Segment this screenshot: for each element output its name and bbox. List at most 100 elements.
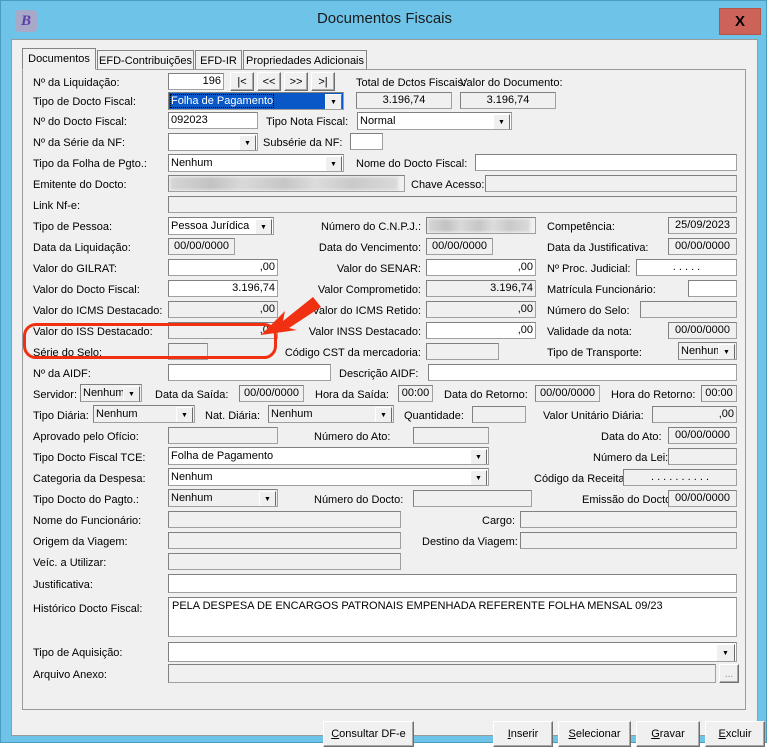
nat-diaria-select[interactable]: Nenhum ▼: [268, 405, 394, 423]
inserir-button[interactable]: Inserir: [493, 721, 553, 747]
tab-documentos[interactable]: Documentos: [22, 48, 96, 70]
tipo-pessoa-select[interactable]: Pessoa Jurídica ▼: [168, 217, 274, 235]
label-nome-docto-fiscal: Nome do Docto Fiscal:: [356, 158, 468, 170]
chevron-down-icon[interactable]: ▼: [493, 114, 510, 129]
validade-nota-input[interactable]: 00/00/0000: [668, 322, 737, 339]
valor-unitario-diaria-input[interactable]: ,00: [652, 406, 737, 423]
tipo-folha-pgto-select[interactable]: Nenhum ▼: [168, 154, 344, 172]
tipo-docto-fiscal-select[interactable]: Folha de Pagamento ▼: [168, 92, 344, 110]
label-aprovado-oficio: Aprovado pelo Ofício:: [33, 431, 139, 443]
close-icon[interactable]: X: [719, 8, 761, 35]
tipo-docto-pagto-select[interactable]: Nenhum ▼: [168, 489, 278, 507]
chevron-down-icon[interactable]: ▼: [259, 491, 276, 506]
quantidade-input[interactable]: [472, 406, 526, 423]
descricao-aidf-input[interactable]: [428, 364, 737, 381]
label-data-justificativa: Data da Justificativa:: [547, 242, 649, 254]
categoria-despesa-select[interactable]: Nenhum ▼: [168, 468, 489, 486]
tab-efd-ir[interactable]: EFD-IR: [195, 50, 242, 70]
servidor-select[interactable]: Nenhum ▼: [80, 384, 142, 402]
emitente-docto-input[interactable]: [168, 175, 405, 192]
data-justificativa-input[interactable]: 00/00/0000: [668, 238, 737, 255]
data-liquidacao-input[interactable]: 00/00/0000: [168, 238, 235, 255]
data-saida-input[interactable]: 00/00/0000: [239, 385, 304, 402]
aprovado-oficio-input[interactable]: [168, 427, 278, 444]
hora-saida-input[interactable]: 00:00: [398, 385, 433, 402]
label-descricao-aidf: Descrição AIDF:: [339, 368, 419, 380]
chevron-down-icon[interactable]: ▼: [470, 470, 487, 485]
chevron-down-icon[interactable]: ▼: [470, 449, 487, 464]
chevron-down-icon[interactable]: ▼: [123, 386, 140, 401]
label-data-ato: Data do Ato:: [601, 431, 662, 443]
redacted-content: [428, 219, 530, 232]
valor-docto-fiscal-input[interactable]: 3.196,74: [168, 280, 278, 297]
serie-selo-input[interactable]: [168, 343, 208, 360]
num-aidf-input[interactable]: [168, 364, 331, 381]
chevron-down-icon[interactable]: ▼: [375, 407, 392, 422]
numero-selo-input[interactable]: [640, 301, 737, 318]
veic-utilizar-input[interactable]: [168, 553, 401, 570]
label-data-saida: Data da Saída:: [155, 389, 229, 401]
tipo-diaria-select[interactable]: Nenhum ▼: [93, 405, 195, 423]
tab-propriedades-adicionais[interactable]: Propriedades Adicionais: [243, 50, 367, 70]
link-nfe-input[interactable]: [168, 196, 737, 213]
tab-efd-contribuicoes[interactable]: EFD-Contribuições: [97, 50, 194, 70]
data-vencimento-input[interactable]: 00/00/0000: [426, 238, 493, 255]
chevron-down-icon[interactable]: ▼: [239, 135, 256, 150]
chevron-down-icon[interactable]: ▼: [716, 644, 735, 661]
destino-viagem-input[interactable]: [520, 532, 737, 549]
nome-funcionario-input[interactable]: [168, 511, 401, 528]
numero-ato-input[interactable]: [413, 427, 489, 444]
chevron-down-icon[interactable]: ▼: [325, 94, 342, 109]
chevron-down-icon[interactable]: ▼: [176, 407, 193, 422]
consultar-dfe-button[interactable]: Consultar DF-e: [323, 721, 414, 747]
historico-docto-fiscal-textarea[interactable]: PELA DESPESA DE ENCARGOS PATRONAIS EMPEN…: [168, 597, 737, 637]
data-retorno-input[interactable]: 00/00/0000: [535, 385, 600, 402]
subserie-nf-input[interactable]: [350, 133, 383, 150]
nome-docto-fiscal-input[interactable]: [475, 154, 737, 171]
numero-docto-input[interactable]: [413, 490, 532, 507]
num-liquidacao-input[interactable]: 196: [168, 73, 224, 90]
data-ato-input[interactable]: 00/00/0000: [668, 427, 737, 444]
last-record-button[interactable]: >|: [311, 72, 335, 91]
browse-file-button[interactable]: ...: [719, 664, 739, 683]
num-proc-judicial-input[interactable]: . . . . .: [636, 259, 737, 276]
chevron-down-icon[interactable]: ▼: [718, 344, 735, 359]
client-area: Documentos EFD-Contribuições EFD-IR Prop…: [11, 39, 765, 747]
label-valor-docto-fiscal: Valor do Docto Fiscal:: [33, 284, 140, 296]
valor-inss-destacado-input[interactable]: ,00: [426, 322, 536, 339]
competencia-input[interactable]: 25/09/2023: [668, 217, 737, 234]
previous-record-button[interactable]: <<: [257, 72, 281, 91]
codigo-cst-input[interactable]: [426, 343, 499, 360]
matricula-funcionario-input[interactable]: [688, 280, 737, 297]
valor-icms-destacado-input[interactable]: ,00: [168, 301, 278, 318]
hora-retorno-input[interactable]: 00:00: [701, 385, 737, 402]
valor-icms-retido-input[interactable]: ,00: [426, 301, 536, 318]
chevron-down-icon[interactable]: ▼: [325, 156, 342, 171]
chevron-down-icon[interactable]: ▼: [255, 219, 272, 234]
selecionar-button[interactable]: Selecionar: [558, 721, 631, 747]
emissao-docto-input[interactable]: 00/00/0000: [668, 490, 737, 507]
num-serie-nf-select[interactable]: ▼: [168, 133, 258, 151]
valor-gilrat-input[interactable]: ,00: [168, 259, 278, 276]
valor-senar-input[interactable]: ,00: [426, 259, 536, 276]
justificativa-input[interactable]: [168, 574, 737, 593]
numero-lei-input[interactable]: [668, 448, 737, 465]
label-hora-saida: Hora da Saída:: [315, 389, 389, 401]
origem-viagem-input[interactable]: [168, 532, 401, 549]
chave-acesso-input[interactable]: [485, 175, 737, 192]
valor-iss-destacado-input[interactable]: ,00: [168, 322, 278, 339]
excluir-button[interactable]: Excluir: [705, 721, 765, 747]
codigo-receita-input[interactable]: . . . . . . . . . .: [623, 469, 737, 486]
gravar-button[interactable]: Gravar: [636, 721, 700, 747]
tipo-docto-fiscal-tce-select[interactable]: Folha de Pagamento ▼: [168, 447, 489, 465]
tipo-transporte-select[interactable]: Nenhum ▼: [678, 342, 737, 360]
first-record-button[interactable]: |<: [230, 72, 254, 91]
cargo-input[interactable]: [520, 511, 737, 528]
arquivo-anexo-input[interactable]: [168, 664, 716, 683]
tipo-aquisicao-select[interactable]: ▼: [168, 642, 737, 662]
num-docto-fiscal-input[interactable]: 092023: [168, 112, 258, 129]
numero-cnpj-input[interactable]: [426, 217, 536, 234]
next-record-button[interactable]: >>: [284, 72, 308, 91]
tipo-nota-fiscal-select[interactable]: Normal ▼: [357, 112, 512, 130]
label-valor-icms-destacado: Valor do ICMS Destacado:: [33, 305, 163, 317]
